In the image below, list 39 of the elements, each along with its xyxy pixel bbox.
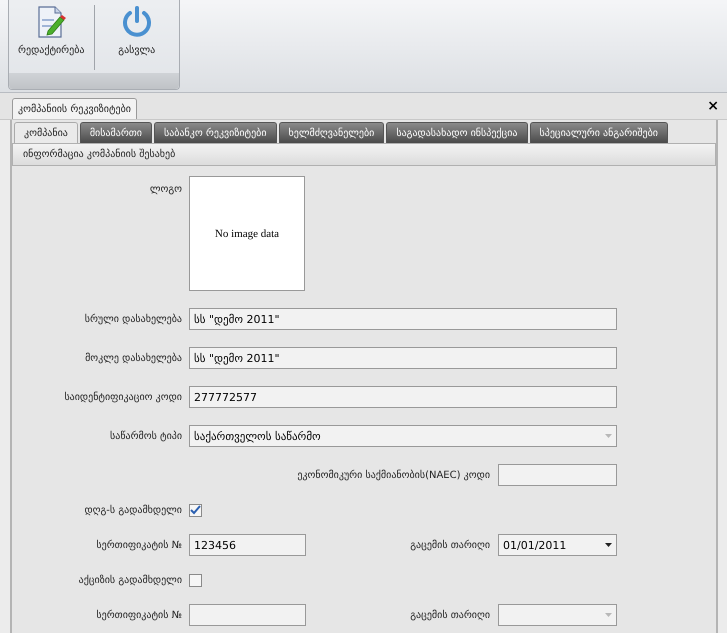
tab[interactable]: საგადასახადო ინსპექცია (386, 122, 528, 143)
dropdown-field[interactable]: საქართველოს საწარმო (189, 425, 617, 447)
field-label: გაცემის თარიღი (410, 610, 491, 620)
date-field[interactable] (498, 604, 617, 626)
section-header: ინფორმაცია კომპანიის შესახებ (12, 143, 716, 166)
document-pencil-icon (36, 5, 66, 39)
checkbox[interactable] (189, 504, 202, 516)
exit-button[interactable]: გასვლა (94, 0, 179, 73)
dropdown-arrow-icon (605, 434, 612, 438)
field-label: დღგ-ს გადამხდელი (83, 504, 183, 516)
tab[interactable]: მისამართი (80, 122, 152, 143)
tab[interactable]: საბანკო რეკვიზიტები (154, 122, 277, 143)
dropdown-arrow-icon (605, 543, 612, 547)
tab[interactable]: კომპანია (14, 122, 78, 143)
field-label: გაცემის თარიღი (410, 540, 491, 550)
close-button[interactable]: × (707, 98, 719, 114)
tab[interactable]: სპეციალური ანგარიშები (530, 122, 668, 143)
text-field[interactable]: 123456 (189, 534, 306, 556)
field-label: აქციზის გადამხდელი (78, 574, 183, 586)
checkbox[interactable] (189, 574, 202, 586)
tab[interactable]: ხელმძღვანელები (278, 122, 384, 143)
text-field[interactable] (189, 604, 306, 626)
text-field[interactable]: სს "დემო 2011" (189, 308, 617, 330)
document-tab[interactable]: კომპანიის რეკვიზიტები (12, 98, 137, 119)
text-field[interactable] (498, 464, 617, 486)
field-label: ლოგო (148, 183, 183, 195)
field-label: სერთიფიკატის № (95, 540, 183, 550)
dropdown-arrow-icon (605, 613, 612, 617)
edit-button[interactable]: რედაქტირება (9, 0, 94, 73)
field-label: საიდენტიფიკაციო კოდი (63, 392, 183, 402)
field-label: საწარმოს ტიპი (109, 430, 183, 442)
field-label: მოკლე დასახელება (84, 352, 183, 364)
date-field[interactable]: 01/01/2011 (498, 534, 617, 556)
field-label: ეკონომიკური საქმიანობის(NAEC) კოდი (297, 470, 491, 480)
field-label: სერთიფიკატის № (95, 610, 183, 620)
image-placeholder[interactable]: No image data (189, 176, 305, 291)
field-label: სრული დასახელება (84, 314, 183, 324)
text-field[interactable]: 277772577 (189, 386, 617, 408)
text-field[interactable]: სს "დემო 2011" (189, 347, 617, 369)
